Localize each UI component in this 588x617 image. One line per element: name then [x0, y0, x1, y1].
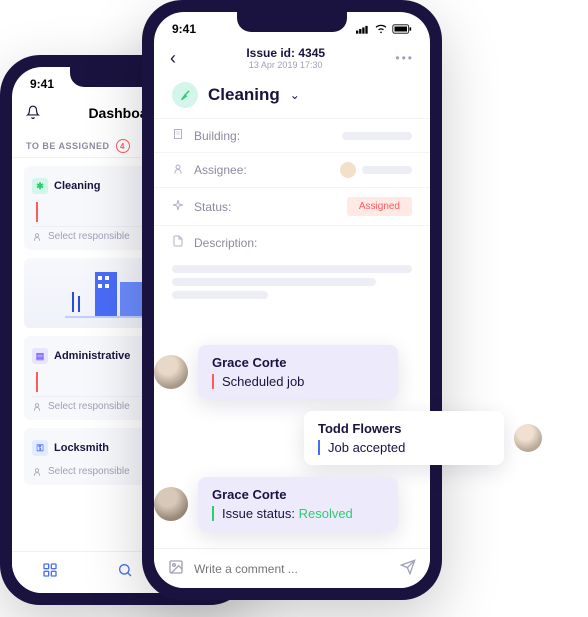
notifications-icon[interactable]: [26, 105, 40, 122]
description-placeholder: [154, 259, 430, 314]
status-badge: Assigned: [347, 197, 412, 216]
avatar: [154, 487, 188, 521]
comment-input-bar: [154, 548, 430, 588]
avatar: [154, 355, 188, 389]
locksmith-icon: ⚿: [32, 440, 48, 456]
status-icons: [356, 24, 412, 34]
field-assignee: Assignee:: [154, 152, 430, 187]
chat-message: Grace Corte Scheduled job: [154, 345, 574, 399]
dashboard-tab-icon[interactable]: [42, 562, 58, 583]
chat-message: Grace Corte Issue status: Resolved: [154, 477, 574, 531]
badge-count: 4: [116, 139, 130, 153]
send-icon[interactable]: [400, 559, 416, 578]
avatar: [514, 424, 542, 452]
chat-message: Todd Flowers Job accepted: [304, 411, 574, 465]
category-selector[interactable]: Cleaning ⌄: [154, 72, 430, 118]
image-icon[interactable]: [168, 559, 184, 578]
broom-icon: ✱: [32, 178, 48, 194]
status-time: 9:41: [30, 77, 54, 91]
more-icon[interactable]: •••: [395, 51, 414, 65]
field-status: Status: Assigned: [154, 187, 430, 225]
field-building: Building:: [154, 118, 430, 152]
person-icon: [172, 163, 186, 178]
chat-thread: Grace Corte Scheduled job Todd Flowers J…: [154, 345, 574, 543]
document-icon: [172, 235, 186, 250]
assignee-avatar: [340, 162, 356, 178]
chevron-down-icon: ⌄: [290, 88, 300, 102]
field-description: Description:: [154, 225, 430, 259]
comment-input[interactable]: [194, 562, 390, 576]
issue-title: Issue id: 4345: [176, 46, 395, 60]
building-icon: [172, 128, 186, 143]
issue-date: 13 Apr 2019 17:30: [176, 60, 395, 70]
broom-icon: [172, 82, 198, 108]
admin-icon: ▤: [32, 348, 48, 364]
search-tab-icon[interactable]: [117, 562, 133, 583]
status-time: 9:41: [172, 22, 196, 36]
status-icon: [172, 199, 186, 214]
